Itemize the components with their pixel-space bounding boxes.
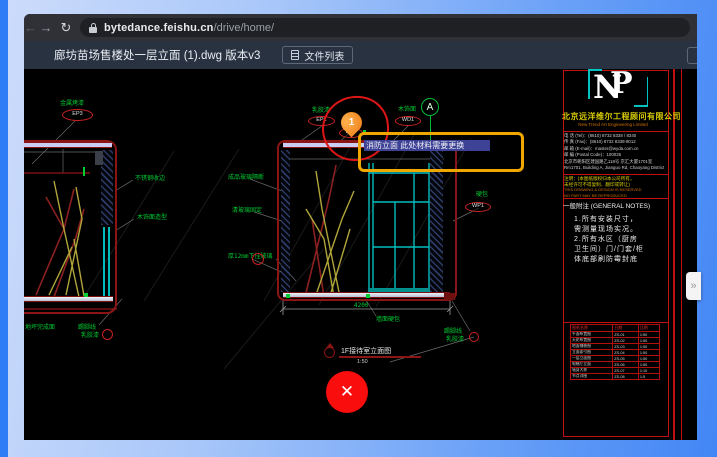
url-domain: bytedance.feishu.cn	[104, 22, 214, 34]
general-notes-heading: 一般附注 (GENERAL NOTES)	[563, 200, 650, 210]
file-list-label: 文件列表	[304, 48, 344, 63]
company-name-en: New Trend Art Engineering Limited	[562, 122, 664, 127]
divider	[563, 198, 669, 199]
logo-bracket	[647, 77, 649, 107]
browser-navbar: ← → ↻ bytedance.feishu.cn/drive/home/	[24, 14, 697, 41]
general-notes: 1.所有安装尺寸，需测量现场实况。2.所有水区（厨房卫生间）门/门套/柜体底部刷…	[574, 215, 664, 265]
material-label: 成品玻璃隔断	[228, 175, 264, 181]
forward-icon[interactable]: →	[36, 20, 56, 35]
green-tick	[286, 294, 290, 298]
corner-block	[444, 293, 455, 300]
table-header: 日期	[613, 325, 639, 332]
file-list-button[interactable]: 文件列表	[282, 46, 353, 64]
expand-panel-tab[interactable]: »	[686, 272, 701, 300]
divider	[563, 131, 669, 132]
material-label: 木饰面	[398, 107, 416, 113]
table-cell: 1:5	[638, 374, 659, 380]
material-label: 硬包	[476, 192, 488, 198]
finish-marker	[469, 332, 479, 342]
green-tick	[83, 167, 85, 176]
left-cyan-mullion	[103, 227, 105, 297]
table-cell: ZS-08	[613, 374, 639, 380]
green-tick	[366, 294, 370, 298]
grid-bubble-a: A	[421, 98, 439, 116]
material-label: 厚12mm下挂玻璃	[228, 254, 272, 260]
text-line: 卫生间）门/门套/柜	[574, 245, 664, 255]
tag-label-wd1: WD1	[395, 116, 421, 126]
divider	[563, 174, 669, 175]
green-tick	[84, 293, 88, 297]
copyright-note: 注明：(本图纸版权归本公司所有，未经许可不得复制、翻印或转让)THIS DRAW…	[564, 176, 664, 198]
contact-block: 电 话 (Tel)：(8610) 8732 8338 / 8340传 真 (Fa…	[564, 133, 664, 171]
material-label: 不锈钢收边	[135, 176, 165, 182]
address-bar[interactable]: bytedance.feishu.cn/drive/home/	[80, 18, 690, 37]
text-line: Rm1701, Building A, Jianguo Rd, Chaoyang…	[564, 165, 664, 171]
left-ceiling-strip	[24, 142, 112, 148]
annotation-highlight-box	[358, 132, 524, 172]
material-label: 墙面硬包	[376, 317, 400, 323]
sheet-border-line	[681, 69, 683, 440]
tag-label-ep3: EP3	[62, 109, 93, 121]
middle-left-hatch	[281, 150, 290, 292]
table-header: 比例	[638, 325, 659, 332]
close-annotation-button[interactable]: ✕	[326, 371, 368, 413]
pin-number: 1	[341, 112, 362, 133]
material-label: 地坪完成面	[25, 325, 55, 331]
file-toolbar: 廊坊苗场售楼处一层立面 (1).dwg 版本v3 文件列表	[24, 41, 697, 69]
table-cell: 节点详图	[571, 374, 613, 380]
text-line: 体底部刷防霉封底	[574, 255, 664, 265]
section-symbol	[324, 347, 335, 358]
finish-marker	[102, 329, 113, 340]
material-label: 踢脚线	[444, 329, 462, 335]
document-icon	[291, 50, 299, 60]
material-label: 乳胶漆	[446, 337, 464, 343]
text-line: 需测量现场实况。	[574, 225, 664, 235]
company-logo: NP	[593, 70, 643, 106]
lock-icon	[89, 23, 97, 33]
material-label: 踢脚线	[78, 325, 96, 331]
table-header: 图纸名称	[571, 325, 613, 332]
dimension-text: 4200	[354, 303, 368, 309]
ceiling-fixture	[95, 151, 103, 165]
divider	[563, 322, 669, 323]
comment-text[interactable]: 消防立面 此处材料需要更换	[364, 140, 490, 151]
left-baseboard	[24, 296, 113, 302]
screenshot-frame: ← → ↻ bytedance.feishu.cn/drive/home/ 廊坊…	[0, 0, 717, 457]
left-cyan-mullion	[108, 227, 110, 297]
text-line: 1.所有安装尺寸，	[574, 215, 664, 225]
material-label: 金属烤漆	[60, 101, 84, 107]
frame-left-strip	[0, 0, 8, 457]
material-label: 清玻璃固定	[232, 208, 262, 214]
back-icon[interactable]: ←	[24, 20, 36, 35]
view-scale: 1:50	[357, 359, 368, 365]
finish-marker	[252, 253, 264, 265]
reload-icon[interactable]: ↻	[56, 20, 76, 36]
view-title: 1F接待室立面图	[341, 346, 391, 356]
material-label: 木饰面造型	[137, 215, 167, 221]
text-line: 2.所有水区（厨房	[574, 235, 664, 245]
logo-bracket	[588, 69, 602, 71]
table-row: 节点详图ZS-081:5	[571, 374, 660, 380]
url-path: /drive/home/	[214, 22, 275, 34]
drawing-list-table: 图纸名称日期比例平面布置图ZS-011:50天花布置图ZS-021:50地面铺装…	[570, 324, 660, 380]
material-label: 乳胶漆	[81, 333, 99, 339]
title-underline	[339, 356, 421, 358]
logo-bracket	[588, 69, 590, 99]
tag-label-wp1: WP1	[465, 202, 491, 212]
company-name-cn: 北京远洋维尔工程顾问有限公司	[562, 111, 664, 122]
titleblock: NP 北京远洋维尔工程顾问有限公司 New Trend Art Engineer…	[560, 69, 697, 440]
toolbar-right-button-fragment[interactable]	[687, 47, 697, 64]
sheet-border-line	[673, 69, 675, 440]
file-title: 廊坊苗场售楼处一层立面 (1).dwg 版本v3	[54, 47, 260, 63]
